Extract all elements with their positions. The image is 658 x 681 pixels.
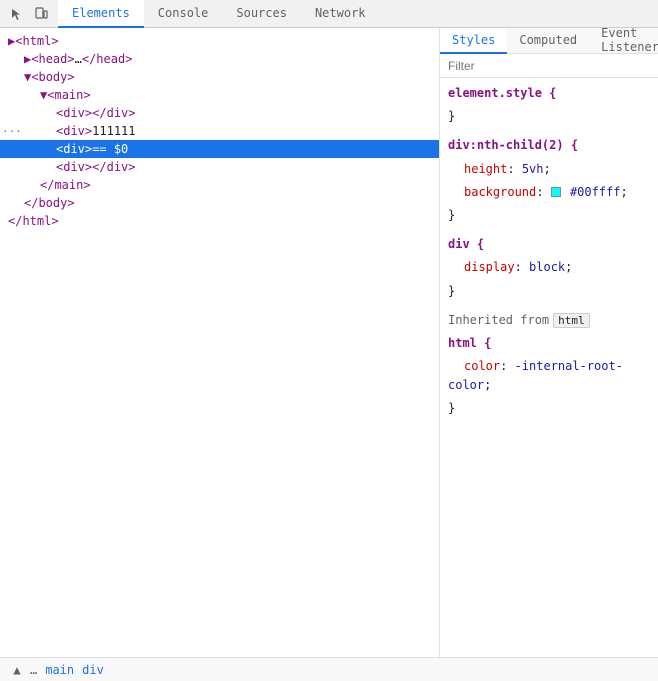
scroll-up-button[interactable]: ▲	[8, 661, 26, 679]
main-layout: ▶ <html> ▶ <head> … </head> ▼ <body> ▼	[0, 28, 658, 657]
tab-styles[interactable]: Styles	[440, 28, 507, 54]
filter-bar	[440, 54, 658, 78]
tab-elements[interactable]: Elements	[58, 0, 144, 28]
breadcrumb-main[interactable]: main	[45, 663, 74, 677]
tab-network[interactable]: Network	[301, 0, 380, 28]
inherited-header: Inherited from html	[440, 309, 658, 332]
css-selector-line[interactable]: div:nth-child(2) {	[440, 134, 658, 157]
tab-sources[interactable]: Sources	[222, 0, 301, 28]
dom-line[interactable]: </main>	[0, 176, 439, 194]
css-selector-line[interactable]: div {	[440, 233, 658, 256]
css-close-brace: }	[440, 204, 658, 227]
filter-input[interactable]	[448, 59, 650, 73]
dom-line[interactable]: ··· <div>111111	[0, 122, 439, 140]
breadcrumb-dots[interactable]: …	[30, 663, 37, 677]
dom-line[interactable]: ▶ <html>	[0, 32, 439, 50]
dom-line[interactable]: <div></div>	[0, 158, 439, 176]
styles-content: element.style { } div:nth-child(2) { hei…	[440, 78, 658, 657]
css-close-brace: }	[440, 280, 658, 303]
tab-computed[interactable]: Computed	[507, 28, 589, 54]
css-rule-nth-child: div:nth-child(2) { height: 5vh; backgrou…	[440, 134, 658, 227]
top-tab-bar: Elements Console Sources Network	[0, 0, 658, 28]
cursor-icon[interactable]	[6, 3, 28, 25]
three-dots: ···	[0, 125, 22, 138]
dom-line[interactable]: ▶ <head> … </head>	[0, 50, 439, 68]
css-prop-color[interactable]: color: -internal-root-color;	[440, 355, 658, 397]
tab-console[interactable]: Console	[144, 0, 223, 28]
toolbar-icons	[0, 3, 58, 25]
tab-event-listeners[interactable]: Event Listeners	[589, 28, 658, 54]
dom-line[interactable]: ▼ <main>	[0, 86, 439, 104]
dom-line[interactable]: <div></div>	[0, 104, 439, 122]
dom-tree: ▶ <html> ▶ <head> … </head> ▼ <body> ▼	[0, 28, 439, 628]
device-icon[interactable]	[30, 3, 52, 25]
css-close-brace: }	[440, 397, 658, 420]
css-rule-element-style: element.style { }	[440, 82, 658, 128]
css-selector-line[interactable]: element.style {	[440, 82, 658, 105]
css-rule-div: div { display: block; }	[440, 233, 658, 303]
breadcrumb-bar: ▲ … main div	[0, 657, 658, 681]
styles-panel: Styles Computed Event Listeners element.…	[440, 28, 658, 657]
css-close-brace: }	[440, 105, 658, 128]
css-selector-html[interactable]: html {	[440, 332, 658, 355]
css-prop-height[interactable]: height: 5vh;	[440, 158, 658, 181]
inherited-tag[interactable]: html	[553, 313, 590, 328]
css-prop-background[interactable]: background: #00ffff;	[440, 181, 658, 204]
styles-tabs: Styles Computed Event Listeners	[440, 28, 658, 54]
css-prop-display[interactable]: display: block;	[440, 256, 658, 279]
dom-line-selected[interactable]: <div> == $0	[0, 140, 439, 158]
dom-line[interactable]: </body>	[0, 194, 439, 212]
dom-line[interactable]: ▼ <body>	[0, 68, 439, 86]
dom-line[interactable]: </html>	[0, 212, 439, 230]
css-rule-html: html { color: -internal-root-color; }	[440, 332, 658, 421]
breadcrumb-div[interactable]: div	[82, 663, 104, 677]
dom-panel: ▶ <html> ▶ <head> … </head> ▼ <body> ▼	[0, 28, 440, 657]
color-swatch-cyan	[551, 187, 561, 197]
